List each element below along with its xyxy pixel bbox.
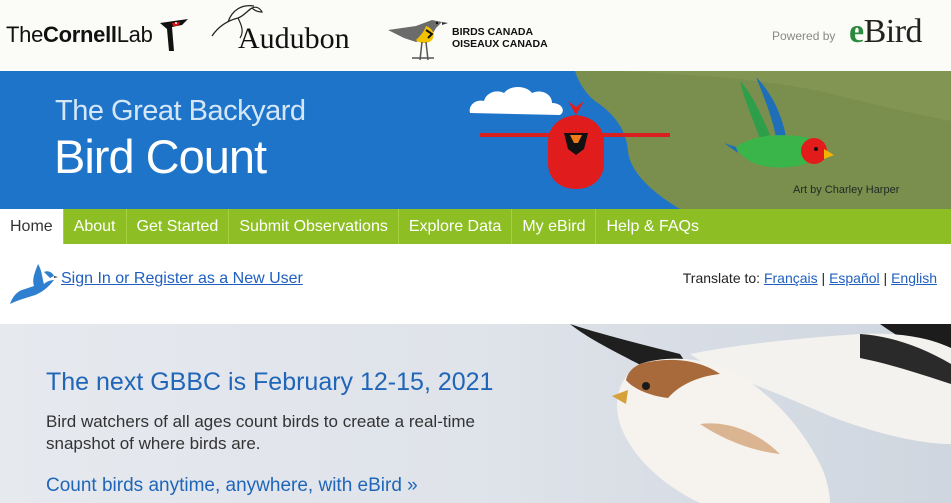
nav-get-started[interactable]: Get Started	[127, 209, 230, 244]
meadowlark-icon	[388, 20, 448, 61]
cornell-lab-logo[interactable]: TheCornellLab	[6, 22, 153, 48]
signin-register-link[interactable]: Sign In or Register as a New User	[61, 270, 303, 288]
nav-submit-observations[interactable]: Submit Observations	[229, 209, 399, 244]
lang-english-link[interactable]: English	[891, 270, 937, 286]
nav-about[interactable]: About	[64, 209, 127, 244]
audubon-logo[interactable]: Audubon	[208, 2, 368, 62]
banner-title-small: The Great Backyard	[55, 95, 306, 127]
main-nav: Home About Get Started Submit Observatio…	[0, 209, 951, 244]
lang-separator: |	[883, 270, 888, 286]
cornell-bold: Cornell	[43, 22, 117, 47]
ebird-logo[interactable]: eBird	[849, 13, 923, 51]
banner-title: Bird Count	[54, 130, 267, 183]
gbbc-banner: The Great Backyard Bird Count Art by Cha…	[0, 71, 951, 209]
hero-title: The next GBBC is February 12-15, 2021	[46, 368, 494, 396]
account-row: Sign In or Register as a New User Transl…	[0, 244, 951, 324]
hero-description: Bird watchers of all ages count birds to…	[46, 412, 475, 453]
lang-separator: |	[821, 270, 826, 286]
translate-label: Translate to:	[682, 270, 761, 286]
ebird-logo-rest: Bird	[863, 13, 923, 50]
ebird-logo-e: e	[849, 13, 864, 50]
birds-canada-text: BIRDS CANADA OISEAUX CANADA	[452, 26, 548, 50]
woodpecker-icon	[160, 19, 188, 51]
nav-home[interactable]: Home	[0, 209, 64, 244]
nav-my-ebird[interactable]: My eBird	[512, 209, 597, 244]
nav-explore-data[interactable]: Explore Data	[399, 209, 513, 244]
partner-bar: TheCornellLab Audubon BIRDS CANADA OISEA…	[0, 0, 951, 72]
nav-help-faqs[interactable]: Help & FAQs	[596, 209, 708, 244]
hero-section: The next GBBC is February 12-15, 2021 Bi…	[0, 324, 951, 503]
cornell-prefix: The	[6, 22, 44, 47]
lang-espanol-link[interactable]: Español	[829, 270, 880, 286]
birds-canada-logo[interactable]: BIRDS CANADA OISEAUX CANADA	[386, 8, 566, 66]
translate-links: Translate to: Français | Español | Engli…	[683, 270, 937, 286]
cornell-suffix: Lab	[116, 22, 153, 47]
birds-canada-en: BIRDS CANADA	[452, 26, 534, 38]
cloud-icon	[469, 87, 563, 115]
lang-francais-link[interactable]: Français	[764, 270, 818, 286]
powered-by-label: Powered by	[772, 29, 836, 43]
birds-canada-fr: OISEAUX CANADA	[452, 38, 548, 50]
count-birds-ebird-link[interactable]: Count birds anytime, anywhere, with eBir…	[46, 475, 418, 497]
bluebird-icon	[10, 264, 58, 304]
audubon-wordmark: Audubon	[238, 22, 350, 55]
art-credit: Art by Charley Harper	[793, 184, 900, 196]
